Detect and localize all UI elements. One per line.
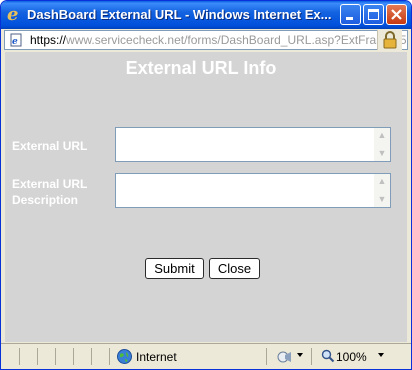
magnifier-icon[interactable]: [321, 349, 335, 363]
globe-icon: [117, 349, 132, 364]
external-url-scrollbar[interactable]: ▲ ▼: [374, 128, 390, 161]
chevron-down-icon[interactable]: [297, 353, 303, 357]
url-host: www.servicecheck.net: [66, 33, 185, 47]
status-divider: [19, 348, 20, 365]
status-divider: [55, 348, 56, 365]
title-bar[interactable]: e DashBoard External URL - Windows Inter…: [1, 1, 411, 29]
browser-window: e DashBoard External URL - Windows Inter…: [0, 0, 412, 370]
security-zone: Internet: [136, 350, 177, 364]
status-divider: [73, 348, 74, 365]
description-label: External URL Description: [12, 176, 87, 208]
security-lock-button[interactable]: [377, 30, 402, 50]
status-divider: [266, 348, 267, 365]
status-divider: [311, 348, 312, 365]
status-divider: [91, 348, 92, 365]
page-title: External URL Info: [125, 58, 277, 78]
url-scheme: https://: [30, 33, 67, 47]
window-title: DashBoard External URL - Windows Interne…: [27, 7, 332, 22]
internet-explorer-icon: e: [7, 4, 19, 25]
scroll-down-icon[interactable]: ▼: [375, 193, 389, 206]
close-window-button[interactable]: [386, 4, 407, 25]
external-url-label: External URL: [12, 139, 88, 153]
maximize-icon: [368, 9, 379, 20]
minimize-icon: [346, 17, 353, 20]
padlock-icon: [383, 31, 397, 49]
scroll-down-icon[interactable]: ▼: [375, 147, 389, 160]
svg-text:e: e: [12, 37, 18, 47]
external-url-field[interactable]: ▲ ▼: [115, 127, 391, 162]
minimize-button[interactable]: [340, 4, 361, 25]
scroll-up-icon[interactable]: ▲: [375, 175, 389, 188]
status-divider: [37, 348, 38, 365]
description-label-line2: Description: [12, 193, 79, 207]
protected-mode-icon[interactable]: [277, 350, 293, 364]
external-url-description-field[interactable]: ▲ ▼: [115, 173, 391, 208]
maximize-button[interactable]: [363, 4, 384, 25]
zoom-level[interactable]: 100%: [336, 350, 367, 364]
address-bar[interactable]: e https://www.servicecheck.net/forms/Das…: [4, 30, 408, 50]
url-path: /forms/DashBoard_URL.asp?ExtFrame=5: [184, 33, 407, 47]
address-url: https://www.servicecheck.net/forms/DashB…: [30, 33, 407, 47]
status-divider: [109, 348, 110, 365]
page-content: External URL Info External URL ▲ ▼ Exter…: [5, 52, 407, 342]
scroll-up-icon[interactable]: ▲: [375, 129, 389, 142]
submit-button[interactable]: Submit: [145, 258, 204, 279]
description-label-line1: External URL: [12, 177, 88, 191]
description-scrollbar[interactable]: ▲ ▼: [374, 174, 390, 207]
close-icon: [391, 9, 402, 20]
page-icon: e: [10, 33, 22, 47]
status-bar: Internet 100%: [1, 343, 411, 369]
chevron-down-icon[interactable]: [378, 353, 384, 357]
close-button[interactable]: Close: [209, 258, 260, 279]
